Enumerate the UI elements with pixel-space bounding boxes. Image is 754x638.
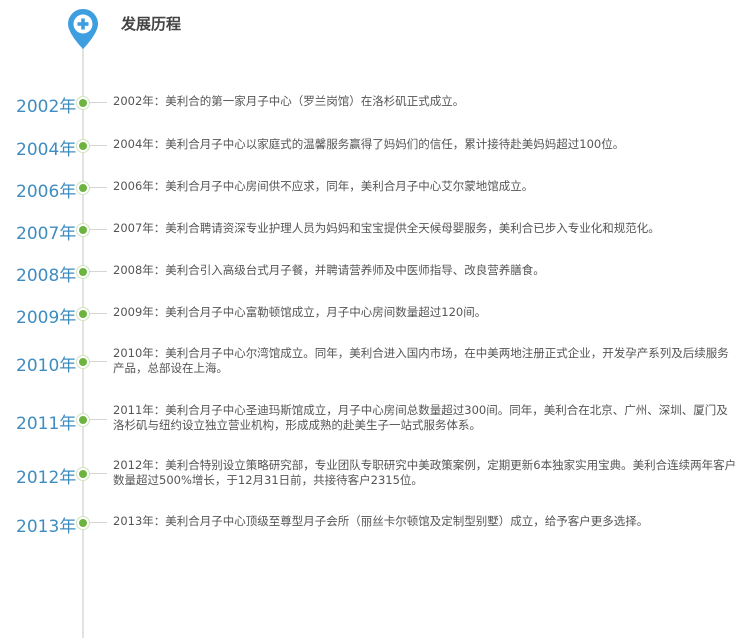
timeline-year: 2009年: [16, 308, 77, 328]
timeline-year: 2006年: [16, 182, 77, 202]
timeline-description: 2006年：美利合月子中心房间供不应求，同年，美利合月子中心艾尔蒙地馆成立。: [113, 179, 534, 193]
timeline-dot: [77, 356, 89, 368]
timeline-year: 2010年: [16, 356, 77, 376]
section-title: 发展历程: [121, 15, 182, 33]
timeline-connector: [89, 229, 107, 230]
plus-location-pin-icon: [68, 9, 98, 49]
timeline-dot: [77, 266, 89, 278]
timeline-dot: [77, 414, 89, 426]
timeline-description: 2008年：美利合引入高级台式月子餐，并聘请营养师及中医师指导、改良营养膳食。: [113, 263, 545, 277]
timeline-year: 2012年: [16, 468, 77, 488]
timeline-description: 2002年：美利合的第一家月子中心（罗兰岗馆）在洛杉矶正式成立。: [113, 94, 465, 108]
timeline-year: 2004年: [16, 140, 77, 160]
timeline-connector: [89, 271, 107, 272]
timeline-connector: [89, 102, 107, 103]
timeline-dot: [77, 308, 89, 320]
timeline-description: 2012年：美利合特别设立策略研究部，专业团队专职研究中美政策案例，定期更新6本…: [113, 458, 737, 487]
timeline-dot: [77, 140, 89, 152]
timeline-connector: [89, 187, 107, 188]
timeline-connector: [89, 419, 107, 420]
timeline-description: 2011年：美利合月子中心圣迪玛斯馆成立，月子中心房间总数量超过300间。同年，…: [113, 403, 728, 432]
timeline-year: 2002年: [16, 97, 77, 117]
timeline-connector: [89, 313, 107, 314]
timeline-description: 2009年：美利合月子中心富勒顿馆成立，月子中心房间数量超过120间。: [113, 305, 487, 319]
timeline-connector: [89, 473, 107, 474]
timeline-year: 2008年: [16, 266, 77, 286]
timeline-dot: [77, 182, 89, 194]
timeline-dot: [77, 468, 89, 480]
timeline-description: 2013年：美利合月子中心顶级至尊型月子会所（丽丝卡尔顿馆及定制型别墅）成立，给…: [113, 514, 649, 528]
timeline-description: 2007年：美利合聘请资深专业护理人员为妈妈和宝宝提供全天候母婴服务，美利合已步…: [113, 221, 660, 235]
timeline-year: 2011年: [16, 414, 77, 434]
timeline-year: 2013年: [16, 517, 77, 537]
timeline-connector: [89, 145, 107, 146]
timeline-year: 2007年: [16, 224, 77, 244]
timeline-connector: [89, 522, 107, 523]
timeline-dot: [77, 97, 89, 109]
timeline-description: 2010年：美利合月子中心尔湾馆成立。同年，美利合进入国内市场，在中美两地注册正…: [113, 346, 729, 375]
timeline-connector: [89, 361, 107, 362]
timeline-dot: [77, 517, 89, 529]
timeline-line: [82, 40, 84, 638]
timeline-description: 2004年：美利合月子中心以家庭式的温馨服务赢得了妈妈们的信任，累计接待赴美妈妈…: [113, 137, 625, 151]
timeline-dot: [77, 224, 89, 236]
